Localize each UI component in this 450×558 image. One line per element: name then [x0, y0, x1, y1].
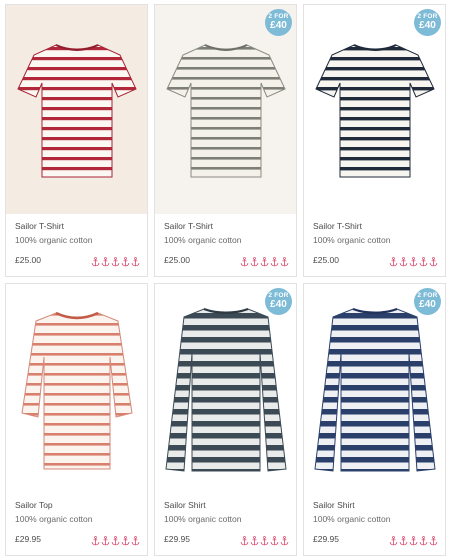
badge-line2: £40 — [270, 20, 287, 32]
product-image[interactable] — [6, 5, 147, 214]
product-info: Sailor Shirt 100% organic cotton £29.95 — [304, 493, 445, 555]
anchor-icon — [131, 257, 140, 267]
rating-stars — [389, 536, 438, 546]
anchor-icon — [101, 536, 110, 546]
offer-badge: 2 FOR £40 — [265, 9, 292, 36]
tshirt-image — [165, 43, 286, 177]
product-card[interactable]: Sailor Top 100% organic cotton £29.95 — [5, 283, 148, 556]
anchor-icon — [121, 257, 130, 267]
product-image[interactable]: 2 FOR £40 — [304, 284, 445, 493]
anchor-icon — [399, 536, 408, 546]
product-name[interactable]: Sailor Shirt — [313, 498, 436, 512]
offer-badge: 2 FOR £40 — [414, 288, 441, 315]
anchor-icon — [270, 536, 279, 546]
product-image[interactable]: 2 FOR £40 — [155, 5, 296, 214]
badge-line2: £40 — [270, 299, 287, 311]
badge-line2: £40 — [419, 20, 436, 32]
anchor-icon — [131, 536, 140, 546]
anchor-icon — [409, 257, 418, 267]
anchor-icon — [91, 536, 100, 546]
product-name[interactable]: Sailor T-Shirt — [164, 219, 287, 233]
anchor-icon — [250, 536, 259, 546]
product-info: Sailor T-Shirt 100% organic cotton £25.0… — [6, 214, 147, 276]
product-info: Sailor T-Shirt 100% organic cotton £25.0… — [155, 214, 296, 276]
product-info: Sailor T-Shirt 100% organic cotton £25.0… — [304, 214, 445, 276]
product-name[interactable]: Sailor Top — [15, 498, 138, 512]
anchor-icon — [270, 257, 279, 267]
tshirt-image — [314, 43, 435, 177]
rating-stars — [91, 257, 140, 267]
anchor-icon — [429, 536, 438, 546]
top-image — [20, 311, 133, 469]
product-card[interactable]: 2 FOR £40 Sailor Shirt 100% organic cott… — [303, 283, 446, 556]
anchor-icon — [240, 536, 249, 546]
anchor-icon — [250, 257, 259, 267]
product-description: 100% organic cotton — [15, 235, 93, 245]
tshirt-image — [16, 43, 137, 177]
product-description: 100% organic cotton — [164, 235, 242, 245]
product-card[interactable]: 2 FOR £40 Sailor T-Shirt 100% organic co… — [303, 4, 446, 277]
anchor-icon — [280, 257, 289, 267]
anchor-icon — [111, 257, 120, 267]
anchor-icon — [260, 536, 269, 546]
offer-badge: 2 FOR £40 — [414, 9, 441, 36]
product-card[interactable]: 2 FOR £40 Sailor T-Shirt 100% organic co… — [154, 4, 297, 277]
product-description: 100% organic cotton — [313, 514, 391, 524]
anchor-icon — [429, 257, 438, 267]
anchor-icon — [240, 257, 249, 267]
rating-stars — [240, 257, 289, 267]
product-name[interactable]: Sailor Shirt — [164, 498, 287, 512]
product-name[interactable]: Sailor T-Shirt — [313, 219, 436, 233]
anchor-icon — [419, 257, 428, 267]
anchor-icon — [121, 536, 130, 546]
offer-badge: 2 FOR £40 — [265, 288, 292, 315]
shirt-image — [164, 307, 287, 472]
product-description: 100% organic cotton — [15, 514, 93, 524]
anchor-icon — [419, 536, 428, 546]
anchor-icon — [260, 257, 269, 267]
product-image[interactable]: 2 FOR £40 — [155, 284, 296, 493]
product-info: Sailor Shirt 100% organic cotton £29.95 — [155, 493, 296, 555]
anchor-icon — [409, 536, 418, 546]
product-info: Sailor Top 100% organic cotton £29.95 — [6, 493, 147, 555]
anchor-icon — [111, 536, 120, 546]
product-grid: Sailor T-Shirt 100% organic cotton £25.0… — [0, 0, 450, 558]
product-description: 100% organic cotton — [313, 235, 391, 245]
anchor-icon — [389, 257, 398, 267]
rating-stars — [91, 536, 140, 546]
product-description: 100% organic cotton — [164, 514, 242, 524]
anchor-icon — [101, 257, 110, 267]
product-card[interactable]: Sailor T-Shirt 100% organic cotton £25.0… — [5, 4, 148, 277]
anchor-icon — [91, 257, 100, 267]
product-card[interactable]: 2 FOR £40 Sailor Shirt 100% organic cott… — [154, 283, 297, 556]
anchor-icon — [280, 536, 289, 546]
product-image[interactable] — [6, 284, 147, 493]
badge-line2: £40 — [419, 299, 436, 311]
shirt-image — [313, 307, 436, 472]
anchor-icon — [389, 536, 398, 546]
product-name[interactable]: Sailor T-Shirt — [15, 219, 138, 233]
rating-stars — [389, 257, 438, 267]
rating-stars — [240, 536, 289, 546]
product-image[interactable]: 2 FOR £40 — [304, 5, 445, 214]
anchor-icon — [399, 257, 408, 267]
